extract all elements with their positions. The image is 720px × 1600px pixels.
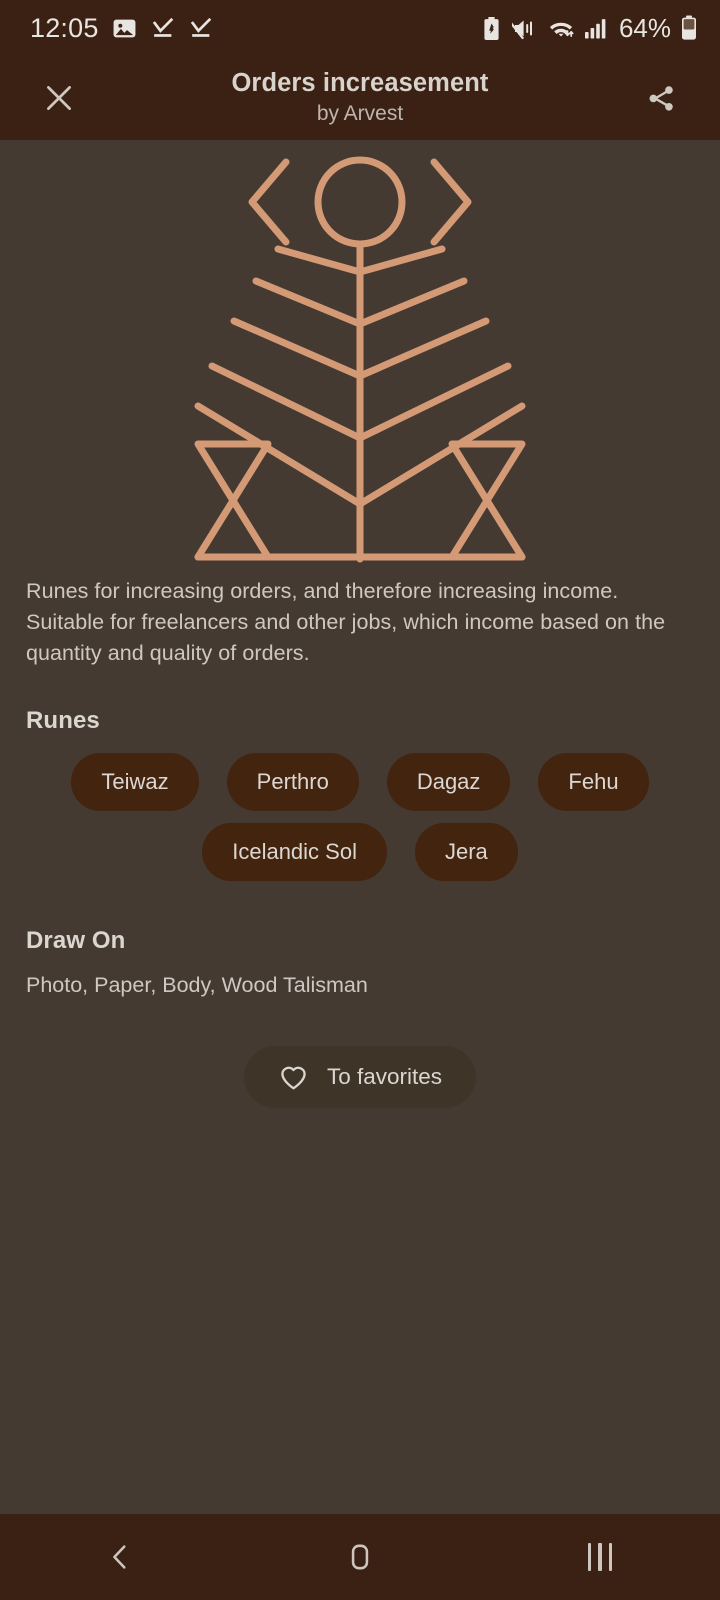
draw-on-text: Photo, Paper, Body, Wood Talisman xyxy=(26,973,368,997)
wifi-icon xyxy=(549,22,574,37)
close-button[interactable] xyxy=(30,69,88,127)
battery-saver-icon xyxy=(484,16,499,40)
app-bar-titles: Orders increasement by Arvest xyxy=(0,56,720,140)
mute-vibrate-icon xyxy=(511,19,532,39)
close-icon xyxy=(47,86,71,110)
runes-section-heading: Runes xyxy=(26,707,100,734)
to-favorites-button[interactable]: To favorites xyxy=(243,1046,477,1108)
battery-icon xyxy=(682,15,696,40)
status-bar-right: 64% xyxy=(480,13,698,44)
page-title: Orders increasement xyxy=(231,69,489,98)
runes-chip-list: Teiwaz Perthro Dagaz Fehu Icelandic Sol … xyxy=(0,753,720,881)
share-icon xyxy=(649,86,673,111)
rune-chip[interactable]: Icelandic Sol xyxy=(202,823,387,881)
share-button[interactable] xyxy=(632,69,690,127)
rune-chip[interactable]: Jera xyxy=(414,823,518,881)
download-complete-icon xyxy=(152,17,173,37)
recents-icon xyxy=(587,1543,613,1571)
status-time: 12:05 xyxy=(30,12,99,43)
heart-outline-icon xyxy=(281,1066,306,1089)
app-root: 12:05 64% Orders increasement by Arvest … xyxy=(0,0,720,1600)
back-icon xyxy=(113,1545,126,1569)
to-favorites-label: To favorites xyxy=(326,1064,443,1089)
home-icon xyxy=(351,1544,369,1570)
nav-back-button[interactable] xyxy=(45,1514,195,1600)
runes-chip-row: Icelandic Sol Jera xyxy=(26,823,694,881)
status-bar: 12:05 64% xyxy=(0,0,720,56)
rune-chip[interactable]: Dagaz xyxy=(386,753,511,811)
battery-percent-label: 64% xyxy=(618,12,671,43)
sigil-description: Runes for increasing orders, and therefo… xyxy=(26,579,666,665)
cellular-signal-icon xyxy=(584,18,606,38)
runes-chip-row: Teiwaz Perthro Dagaz Fehu xyxy=(26,753,694,811)
rune-sigil-icon xyxy=(194,156,526,563)
draw-on-section-heading: Draw On xyxy=(26,927,126,954)
android-navigation-bar xyxy=(0,1514,720,1600)
page-subtitle: by Arvest xyxy=(316,101,404,125)
rune-chip[interactable]: Perthro xyxy=(226,753,359,811)
status-bar-left: 12:05 xyxy=(30,13,213,44)
nav-recents-button[interactable] xyxy=(525,1514,675,1600)
gallery-image-icon xyxy=(113,19,136,37)
nav-home-button[interactable] xyxy=(285,1514,435,1600)
sigil-illustration-container xyxy=(0,140,720,563)
rune-chip[interactable]: Fehu xyxy=(538,753,649,811)
rune-chip[interactable]: Teiwaz xyxy=(71,753,199,811)
app-bar: Orders increasement by Arvest xyxy=(0,56,720,140)
content-scroll-area[interactable]: Runes for increasing orders, and therefo… xyxy=(0,140,720,1514)
favorites-button-container: To favorites xyxy=(0,1046,720,1108)
download-complete-icon xyxy=(190,17,211,37)
